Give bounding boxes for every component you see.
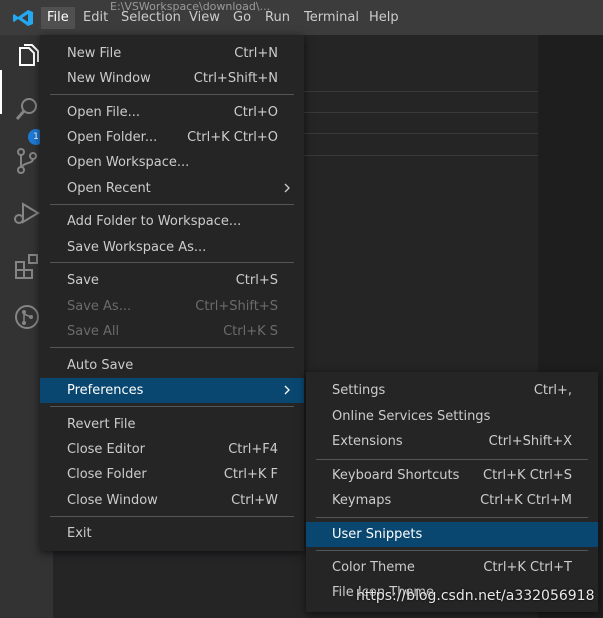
menu-item-open-file[interactable]: Open File... Ctrl+O (40, 100, 304, 125)
sidebar-divider (296, 155, 538, 156)
menu-separator (50, 516, 294, 517)
menu-view[interactable]: View (183, 7, 226, 29)
menu-edit[interactable]: Edit (77, 7, 114, 29)
menu-separator (50, 204, 294, 205)
menu-separator (50, 94, 294, 95)
title-bar: E:\VSWorkspace\download\... File Edit Se… (0, 0, 603, 35)
explorer-icon[interactable] (12, 42, 42, 72)
menu-item-preferences[interactable]: Preferences (40, 378, 304, 403)
extensions-icon[interactable] (12, 251, 42, 281)
menu-item-save-all: Save All Ctrl+K S (67, 324, 278, 339)
source-control-icon[interactable] (12, 146, 42, 176)
run-debug-icon[interactable] (12, 198, 42, 228)
menu-item-user-snippets[interactable]: User Snippets (306, 522, 598, 547)
menu-item-add-folder-to-workspace[interactable]: Add Folder to Workspace... (40, 209, 304, 234)
sidebar-divider (296, 91, 538, 92)
file-menu: New File Ctrl+N New Window Ctrl+Shift+N Op… (40, 35, 304, 551)
menu-item-save[interactable]: Save Ctrl+S (40, 268, 304, 293)
sidebar-divider (296, 133, 538, 134)
menu-separator (50, 347, 294, 348)
menu-terminal[interactable]: Terminal (298, 7, 365, 29)
menu-item-open-recent[interactable]: Open Recent (40, 176, 304, 201)
menu-item-online-services-settings[interactable]: Online Services Settings (306, 404, 598, 429)
preferences-submenu: Settings Ctrl+, Online Services Settings … (306, 372, 598, 612)
chevron-right-icon (284, 385, 290, 395)
menu-item-settings[interactable]: Settings Ctrl+, (306, 378, 598, 403)
menu-separator (50, 406, 294, 407)
menu-item-new-window[interactable]: New Window Ctrl+Shift+N (40, 66, 304, 91)
menu-item-keyboard-shortcuts[interactable]: Keyboard Shortcuts Ctrl+K Ctrl+S (306, 463, 598, 488)
menu-item-new-file[interactable]: New File Ctrl+N (40, 41, 304, 66)
watermark-text: https://blog.csdn.net/a332056918 (356, 588, 595, 604)
menu-item-save-workspace-as[interactable]: Save Workspace As... (40, 235, 304, 260)
remote-explorer-icon[interactable] (12, 302, 42, 332)
menu-item-close-folder[interactable]: Close Folder Ctrl+K F (40, 462, 304, 487)
menu-separator (316, 517, 588, 518)
menu-item-open-workspace[interactable]: Open Workspace... (40, 150, 304, 175)
chevron-right-icon (284, 183, 290, 193)
menu-item-close-editor[interactable]: Close Editor Ctrl+F4 (40, 437, 304, 462)
menu-item-close-window[interactable]: Close Window Ctrl+W (40, 488, 304, 513)
menu-file[interactable]: File (41, 7, 75, 29)
menu-item-open-folder[interactable]: Open Folder... Ctrl+K Ctrl+O (40, 125, 304, 150)
menu-item-revert-file[interactable]: Revert File (40, 412, 304, 437)
sidebar-divider (296, 112, 538, 113)
vscode-logo-icon (13, 10, 33, 26)
menu-separator (316, 550, 588, 551)
menu-selection[interactable]: Selection (115, 7, 187, 29)
search-icon[interactable] (12, 95, 42, 125)
menu-item-save-as: Save As... Ctrl+Shift+S (67, 299, 278, 314)
menu-item-keymaps[interactable]: Keymaps Ctrl+K Ctrl+M (306, 488, 598, 513)
menu-item-exit[interactable]: Exit (40, 521, 304, 546)
menu-item-auto-save[interactable]: Auto Save (40, 353, 304, 378)
menu-run[interactable]: Run (259, 7, 296, 29)
menu-separator (50, 262, 294, 263)
menu-item-extensions[interactable]: Extensions Ctrl+Shift+X (306, 429, 598, 454)
menu-go[interactable]: Go (227, 7, 257, 29)
menu-separator (316, 459, 588, 460)
menu-item-color-theme[interactable]: Color Theme Ctrl+K Ctrl+T (306, 555, 598, 580)
menu-help[interactable]: Help (363, 7, 405, 29)
active-indicator (0, 70, 2, 114)
